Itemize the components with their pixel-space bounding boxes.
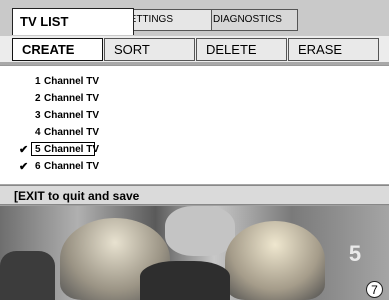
channel-number: 3 [35,110,41,121]
channel-row[interactable]: ✔ 6 Channel TV [0,159,200,175]
channel-number: 5 [35,144,41,155]
video-shape [165,206,235,256]
erase-button[interactable]: ERASE [288,38,379,61]
channel-logo-icon: 5 [348,241,362,266]
tab-tv-list[interactable]: TV LIST [12,8,134,35]
tab-diagnostics[interactable]: DIAGNOSTICS [198,9,298,31]
channel-name: Channel TV [44,76,100,87]
help-bar: [EXIT to quit and save [0,185,389,205]
channel-number: 2 [35,93,41,104]
channel-name: Channel TV [44,161,100,172]
tv-menu-screen: DIAGNOSTICS SETTINGS TV LIST CREATE SORT… [0,0,389,300]
tab-bar: DIAGNOSTICS SETTINGS TV LIST [0,0,389,36]
channel-name: Channel TV [44,110,100,121]
channel-number: 1 [35,76,41,87]
channel-row[interactable]: 4 Channel TV [0,125,200,141]
channel-name: Channel TV [44,144,100,155]
action-bar: CREATE SORT DELETE ERASE [0,36,389,62]
channel-name: Channel TV [44,127,100,138]
video-shape [0,251,55,300]
video-background: 5 7 [0,206,389,300]
sort-button[interactable]: SORT [104,38,195,61]
channel-row-selected[interactable]: ✔ 5 Channel TV [0,142,200,158]
delete-button[interactable]: DELETE [196,38,287,61]
video-shape [140,261,230,300]
channel-name: Channel TV [44,93,100,104]
check-icon: ✔ [19,144,29,156]
create-button[interactable]: CREATE [12,38,103,61]
page-number-badge: 7 [366,281,383,298]
channel-row[interactable]: 2 Channel TV [0,91,200,107]
channel-list: 1 Channel TV 2 Channel TV 3 Channel TV 4… [0,65,389,184]
channel-number: 6 [35,161,41,172]
channel-row[interactable]: 3 Channel TV [0,108,200,124]
channel-row[interactable]: 1 Channel TV [0,74,200,90]
channel-number: 4 [35,127,41,138]
video-shape [225,221,325,300]
check-icon: ✔ [19,161,29,173]
